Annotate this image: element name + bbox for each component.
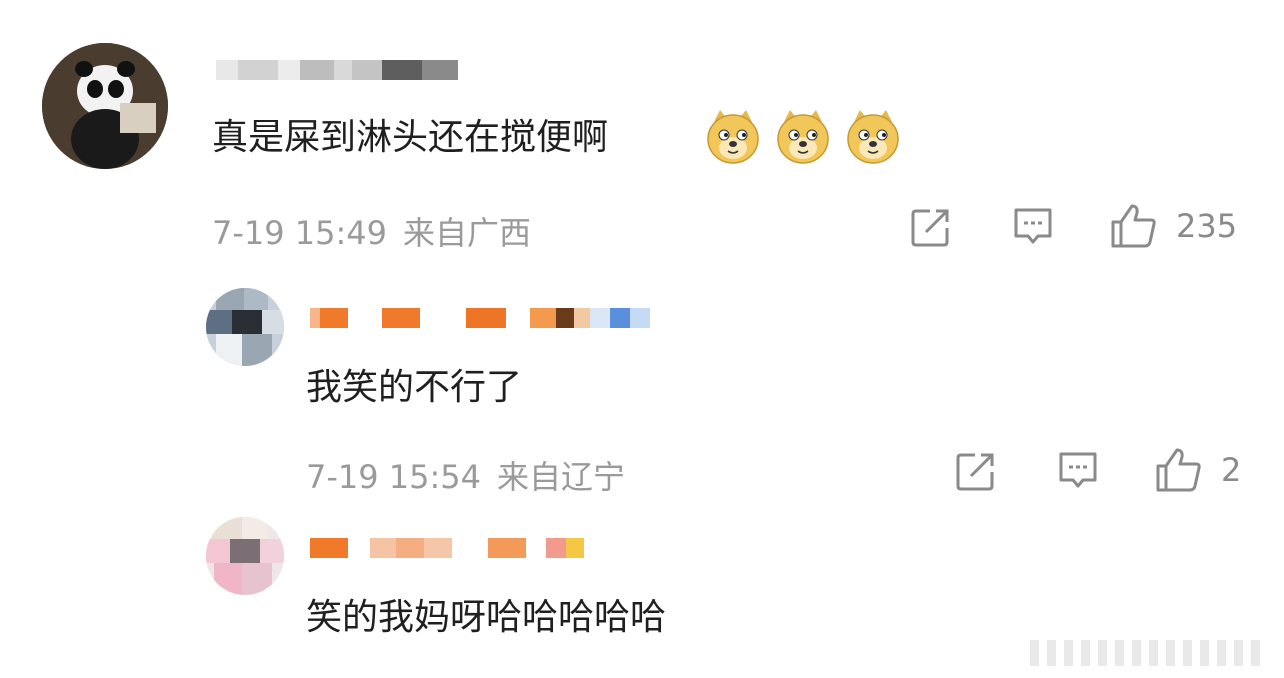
doge-emoji-icon — [847, 110, 899, 164]
like-button[interactable]: 235 — [1110, 203, 1237, 249]
comment-icon — [1059, 452, 1097, 488]
avatar[interactable] — [206, 288, 284, 366]
share-icon — [911, 209, 949, 247]
username-blurred[interactable] — [216, 58, 458, 82]
like-count: 235 — [1176, 207, 1238, 245]
comment-meta: 7-19 15:54 来自辽宁 — [306, 452, 625, 498]
share-icon — [956, 453, 994, 491]
thumbs-up-icon — [1156, 448, 1201, 492]
panda-avatar-image — [42, 43, 168, 169]
avatar-image-blurred — [206, 288, 284, 366]
comment-meta: 7-19 15:49 来自广西 — [212, 208, 531, 254]
location: 来自广西 — [403, 214, 532, 252]
comment-button[interactable] — [1057, 450, 1099, 492]
timestamp: 7-19 15:54 — [306, 458, 482, 496]
scroll-indicator — [1030, 640, 1270, 666]
doge-emoji-icon — [777, 110, 829, 164]
comment-text: 笑的我妈呀哈哈哈哈哈 — [306, 597, 667, 638]
emoji-group — [706, 108, 900, 166]
share-button[interactable] — [955, 450, 997, 492]
comment-button[interactable] — [1012, 206, 1054, 248]
thumbs-up-icon — [1111, 204, 1156, 248]
comment-text: 我笑的不行了 — [306, 367, 523, 408]
avatar-image-blurred — [206, 517, 284, 595]
like-button[interactable]: 2 — [1155, 447, 1241, 493]
username-blurred[interactable] — [310, 306, 650, 330]
comment-text: 真是屎到淋头还在搅便啊 — [212, 117, 609, 158]
avatar[interactable] — [42, 43, 168, 169]
username-blurred[interactable] — [310, 536, 584, 560]
timestamp: 7-19 15:49 — [212, 214, 388, 252]
doge-emoji-icon — [707, 110, 759, 164]
avatar[interactable] — [206, 517, 284, 595]
comment-icon — [1014, 208, 1052, 244]
location: 来自辽宁 — [497, 458, 626, 496]
share-button[interactable] — [910, 206, 952, 248]
like-count: 2 — [1221, 451, 1242, 489]
